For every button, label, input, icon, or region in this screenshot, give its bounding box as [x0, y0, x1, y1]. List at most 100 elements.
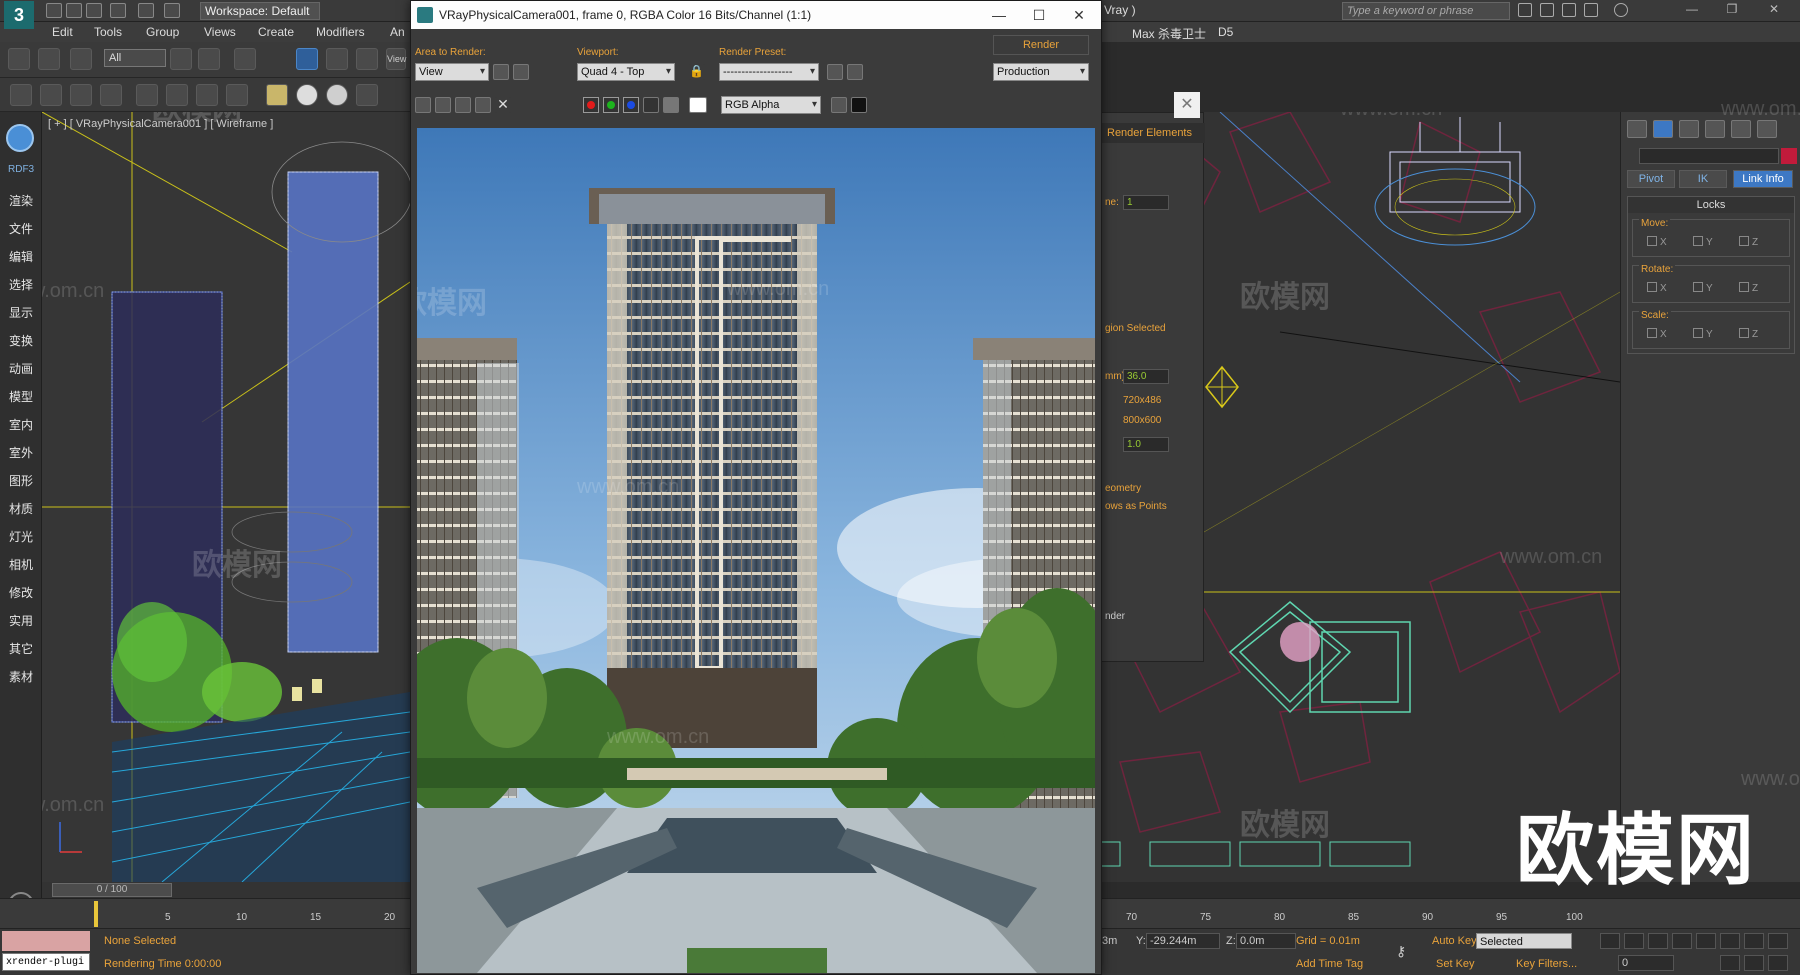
vray-plane-icon[interactable] — [266, 84, 288, 106]
object-color-swatch[interactable] — [1781, 148, 1797, 164]
sidebar-item-model[interactable]: 模型 — [9, 388, 33, 405]
display-tab-icon[interactable] — [1731, 120, 1751, 138]
move-lock-x[interactable]: X — [1647, 236, 1667, 248]
ik-button[interactable]: IK — [1679, 170, 1727, 188]
rotate-lock-y[interactable]: Y — [1693, 282, 1713, 294]
green-channel-button[interactable] — [603, 97, 619, 113]
auto-key-button[interactable]: Auto Key — [1432, 935, 1477, 951]
play-icon[interactable] — [1648, 933, 1668, 949]
focal-field[interactable]: 36.0 — [1123, 369, 1169, 384]
pivot-button[interactable]: Pivot — [1627, 170, 1675, 188]
vray-proxy-icon[interactable] — [196, 84, 218, 106]
key-icon[interactable]: ⚷ — [1396, 943, 1420, 959]
open-file-icon[interactable] — [66, 3, 82, 18]
resolution-preset-2[interactable]: 800x600 — [1123, 415, 1161, 426]
create-tab-icon[interactable] — [1627, 120, 1647, 138]
menu-modifiers[interactable]: Modifiers — [316, 25, 365, 39]
menu-create[interactable]: Create — [258, 25, 294, 39]
vray-camera-icon[interactable] — [166, 84, 188, 106]
menu-edit[interactable]: Edit — [52, 25, 73, 39]
search-input[interactable]: Type a keyword or phrase — [1342, 2, 1510, 20]
object-name-field[interactable] — [1639, 148, 1779, 164]
undo-icon[interactable] — [110, 3, 126, 18]
binoculars-icon[interactable] — [1518, 3, 1532, 17]
vray-dome-icon[interactable] — [326, 84, 348, 106]
sidebar-item-transform[interactable]: 变换 — [9, 332, 33, 349]
viewport-dropdown[interactable]: Quad 4 - Top — [577, 63, 675, 81]
sidebar-item-light[interactable]: 灯光 — [9, 528, 33, 545]
menu-tools[interactable]: Tools — [94, 25, 122, 39]
edit-region-icon[interactable] — [493, 64, 509, 80]
prev-frame-icon[interactable] — [1624, 933, 1644, 949]
render-setup-icon[interactable] — [40, 84, 62, 106]
ref-coord-dropdown[interactable]: View — [386, 48, 406, 70]
menu-animation[interactable]: An — [390, 25, 405, 39]
sidebar-item-edit[interactable]: 编辑 — [9, 248, 33, 265]
aspect-field[interactable]: 1.0 — [1123, 437, 1169, 452]
tab-render-elements[interactable]: Render Elements — [1101, 123, 1205, 143]
plugin-logo-icon[interactable] — [6, 124, 34, 152]
maxscript-mini-listener[interactable]: xrender-plugi — [2, 953, 90, 971]
time-slider-thumb[interactable]: 0 / 100 — [52, 883, 172, 897]
blue-channel-button[interactable] — [623, 97, 639, 113]
motion-tab-icon[interactable] — [1705, 120, 1725, 138]
material-editor-icon[interactable] — [70, 84, 92, 106]
maximize-viewport-icon[interactable] — [1768, 955, 1788, 971]
channel-dropdown[interactable]: RGB Alpha — [721, 96, 821, 114]
sidebar-item-utility[interactable]: 实用 — [9, 612, 33, 629]
unlink-icon[interactable] — [38, 48, 60, 70]
user-icon[interactable] — [1562, 3, 1576, 17]
minimize-icon[interactable]: — — [1682, 2, 1702, 18]
selection-filter-dropdown[interactable]: All — [104, 49, 166, 67]
sidebar-item-display[interactable]: 显示 — [9, 304, 33, 321]
time-slider[interactable]: 0 / 100 — [42, 882, 410, 898]
auto-region-icon[interactable] — [513, 64, 529, 80]
add-time-tag[interactable]: Add Time Tag — [1296, 958, 1363, 970]
menu-antivirus[interactable]: Max 杀毒卫士 — [1132, 25, 1206, 42]
key-mode-dropdown[interactable]: Selected — [1476, 933, 1572, 949]
copy-image-icon[interactable] — [435, 97, 451, 113]
hierarchy-tab-icon[interactable] — [1679, 120, 1699, 138]
sidebar-item-animation[interactable]: 动画 — [9, 360, 33, 377]
red-channel-button[interactable] — [583, 97, 599, 113]
vfb-close-icon[interactable]: ✕ — [1059, 1, 1099, 29]
mono-channel-icon[interactable] — [663, 97, 679, 113]
production-dropdown[interactable]: Production — [993, 63, 1089, 81]
white-swatch[interactable] — [689, 97, 707, 113]
help-icon[interactable] — [1614, 3, 1628, 17]
z-coordinate-field[interactable]: 0.0m — [1236, 933, 1296, 949]
vray-sphere-icon[interactable] — [296, 84, 318, 106]
workspace-dropdown[interactable]: Workspace: Default — [200, 2, 320, 20]
y-coordinate-field[interactable]: -29.244m — [1146, 933, 1220, 949]
menu-views[interactable]: Views — [204, 25, 236, 39]
select-object-icon[interactable] — [170, 48, 192, 70]
goto-end-icon[interactable] — [1696, 933, 1716, 949]
sidebar-item-assets[interactable]: 素材 — [9, 668, 33, 685]
current-frame-field[interactable]: 0 — [1618, 955, 1674, 971]
move-lock-z[interactable]: Z — [1739, 236, 1758, 248]
scene-explorer-icon[interactable] — [100, 84, 122, 106]
render-button[interactable]: Render — [993, 35, 1089, 55]
sidebar-item-exterior[interactable]: 室外 — [9, 444, 33, 461]
menu-group[interactable]: Group — [146, 25, 179, 39]
menu-vray[interactable]: Vray ) — [1104, 3, 1136, 17]
select-by-name-icon[interactable] — [198, 48, 220, 70]
background-toggle-icon[interactable] — [851, 97, 867, 113]
clone-vfb-icon[interactable] — [455, 97, 471, 113]
app-logo-icon[interactable]: 3 — [4, 1, 34, 29]
vray-fur-icon[interactable] — [226, 84, 248, 106]
set-key-button[interactable]: Set Key — [1436, 958, 1475, 974]
area-to-render-dropdown[interactable]: View — [415, 63, 489, 81]
alpha-channel-icon[interactable] — [643, 97, 659, 113]
zoom-all-icon[interactable] — [1744, 933, 1764, 949]
lock-viewport-icon[interactable]: 🔒 — [689, 64, 705, 80]
utilities-tab-icon[interactable] — [1757, 120, 1777, 138]
rotate-lock-x[interactable]: X — [1647, 282, 1667, 294]
goto-start-icon[interactable] — [1600, 933, 1620, 949]
rotate-icon[interactable] — [326, 48, 348, 70]
rendered-image[interactable]: 欧模网 欧模网 www.om.cn www.om.cn www.om.cn — [417, 128, 1095, 973]
orbit-icon[interactable] — [1720, 955, 1740, 971]
display-toggle-icon[interactable] — [831, 97, 847, 113]
sidebar-item-shapes[interactable]: 图形 — [9, 472, 33, 489]
tools-icon[interactable] — [1540, 3, 1554, 17]
